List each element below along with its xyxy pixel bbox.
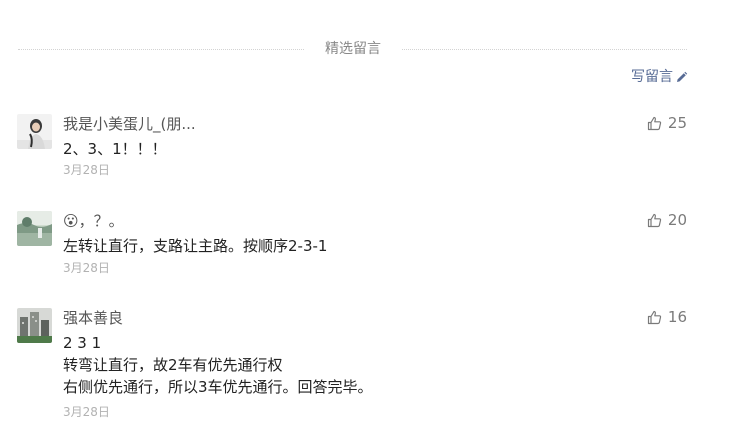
comment-content: 左转让直行，支路让主路。按顺序2-3-1: [63, 235, 327, 257]
comment-line: 右侧优先通行，所以3车优先通行。回答完毕。: [63, 378, 373, 396]
like-count: 20: [667, 211, 687, 229]
comment-content: 2、3、1！！！: [63, 138, 167, 160]
comment-line: 左转让直行，支路让主路。按顺序2-3-1: [63, 237, 328, 255]
like-button[interactable]: 25: [647, 114, 687, 132]
comment-nickname: 强本善良: [63, 309, 124, 327]
comment-line: 转弯让直行，故2车有优先通行权: [63, 356, 283, 374]
thumbs-up-icon: [647, 310, 662, 325]
like-button[interactable]: 20: [647, 211, 687, 229]
avatar[interactable]: [17, 211, 52, 246]
avatar[interactable]: [17, 308, 52, 343]
thumbs-up-icon: [647, 213, 662, 228]
like-count: 25: [667, 114, 687, 132]
comment-line: 2 3 1: [63, 334, 102, 352]
comment-item: 😮，？。 左转让直行，支路让主路。按顺序2-3-1 3月28日 20: [17, 211, 687, 281]
comment-content: 2 3 1 转弯让直行，故2车有优先通行权 右侧优先通行，所以3车优先通行。回答…: [63, 332, 373, 398]
comment-date: 3月28日: [63, 261, 110, 275]
comment-date: 3月28日: [63, 405, 110, 419]
comment-line: 2、3、1！！！: [63, 140, 167, 158]
section-title: 精选留言: [325, 41, 381, 57]
comment-nickname: 😮，？。: [63, 212, 124, 230]
like-count: 16: [667, 308, 687, 326]
comment-nickname: 我是小美蛋儿_(朋...: [63, 115, 196, 133]
write-comment-label: 写留言: [631, 69, 673, 85]
comment-date: 3月28日: [63, 163, 110, 177]
section-divider: 精选留言: [18, 38, 687, 58]
comment-item: 我是小美蛋儿_(朋... 2、3、1！！！ 3月28日 25: [17, 114, 687, 184]
thumbs-up-icon: [647, 116, 662, 131]
pencil-icon: [675, 71, 688, 84]
avatar[interactable]: [17, 114, 52, 149]
like-button[interactable]: 16: [647, 308, 687, 326]
divider-line-left: [18, 49, 304, 50]
divider-line-right: [402, 49, 687, 50]
comment-item: 强本善良 2 3 1 转弯让直行，故2车有优先通行权 右侧优先通行，所以3车优先…: [17, 308, 687, 426]
write-comment-link[interactable]: 写留言: [631, 66, 688, 88]
